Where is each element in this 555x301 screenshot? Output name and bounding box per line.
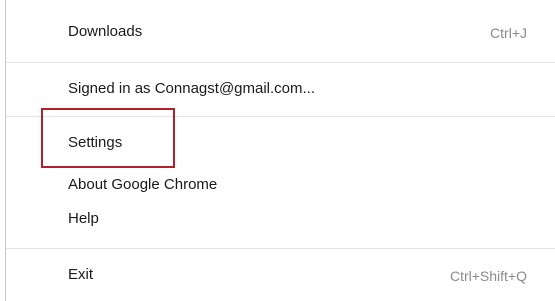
menu-item-signed-in[interactable]: Signed in as Connagst@gmail.com... (68, 77, 315, 101)
menu-item-help[interactable]: Help (68, 207, 99, 231)
menu-item-about-label: About Google Chrome (68, 176, 218, 193)
menu-separator (6, 62, 555, 63)
menu-item-downloads[interactable]: Downloads (68, 20, 142, 44)
settings-highlight-box (41, 108, 175, 168)
context-menu: Downloads Ctrl+J Signed in as Connagst@g… (0, 0, 555, 301)
menu-item-exit[interactable]: Exit (68, 263, 93, 287)
menu-separator (6, 248, 555, 249)
downloads-shortcut: Ctrl+J (490, 25, 527, 41)
menu-left-border (5, 0, 6, 301)
menu-item-about[interactable]: About Google Chrome (68, 173, 217, 197)
menu-item-signed-in-label: Signed in as Connagst@gmail.com... (68, 80, 316, 97)
menu-item-exit-label: Exit (68, 266, 94, 283)
exit-shortcut: Ctrl+Shift+Q (449, 268, 527, 284)
menu-item-help-label: Help (68, 210, 99, 227)
menu-item-downloads-label: Downloads (68, 23, 143, 40)
